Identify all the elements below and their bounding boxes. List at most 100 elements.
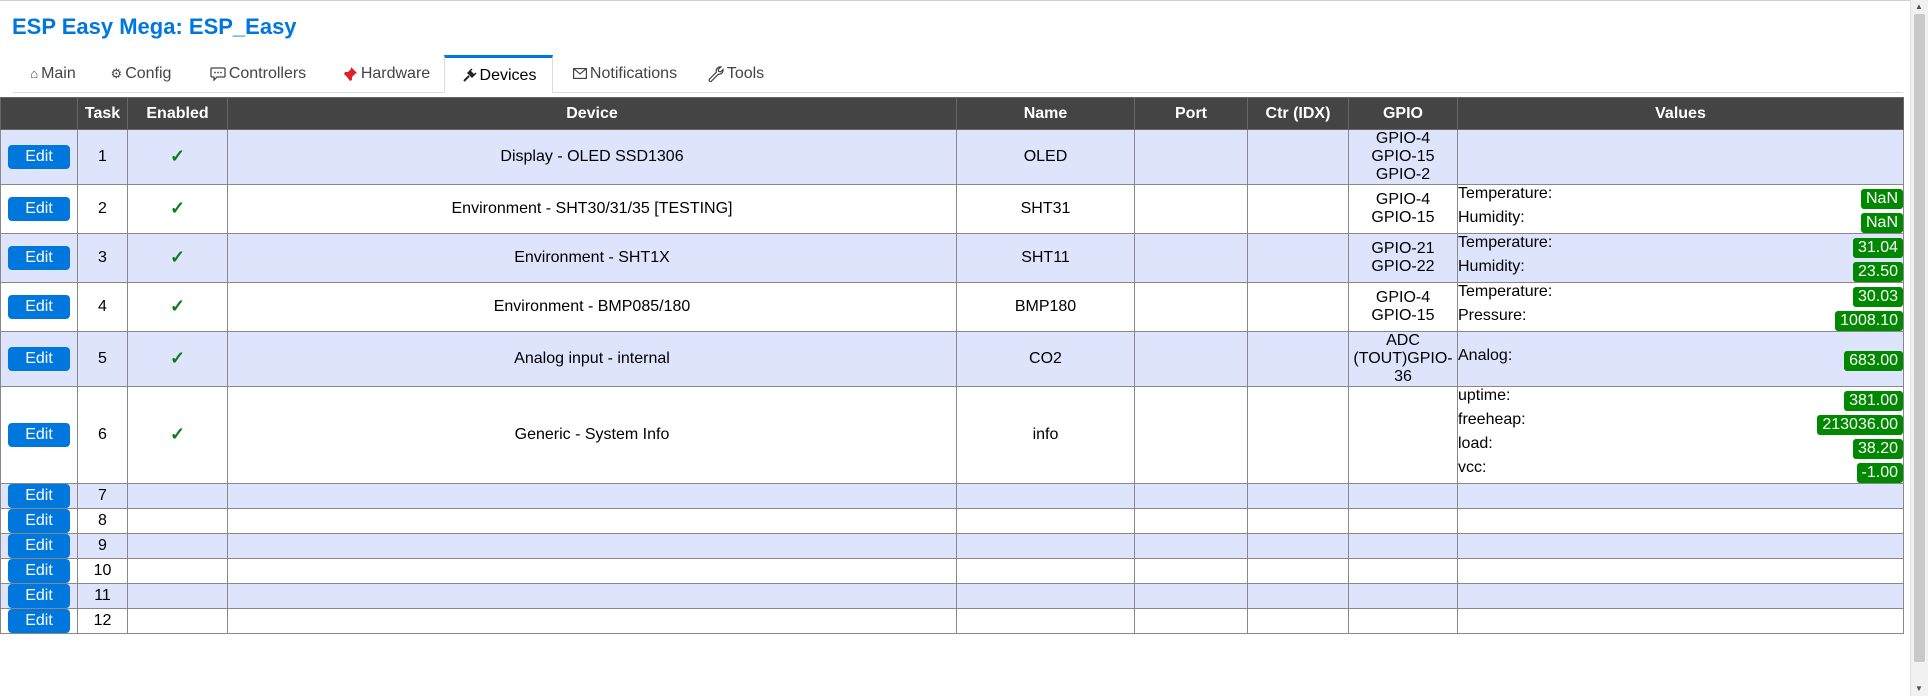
cell-ctr-idx [1247, 129, 1349, 185]
cell-device: Environment - SHT30/31/35 [TESTING] [227, 184, 957, 234]
tab-notifications[interactable]: Notifications [569, 55, 681, 92]
cell-gpio: GPIO-4 GPIO-15 [1348, 282, 1458, 332]
cell-name [956, 533, 1135, 559]
cell-name [956, 608, 1135, 634]
value-row: Humidity: 23.50 [1458, 258, 1903, 282]
cell-enabled: ✓ [127, 184, 228, 234]
gpio-pin: (TOUT)GPIO- [1353, 350, 1453, 367]
tab-tools[interactable]: Tools [705, 55, 767, 92]
value-label: vcc: [1458, 459, 1487, 476]
checkmark-icon: ✓ [169, 348, 186, 368]
value-label: Humidity: [1458, 258, 1525, 275]
checkmark-icon: ✓ [169, 247, 186, 267]
cell-name [956, 583, 1135, 609]
value-badge: 23.50 [1852, 262, 1903, 282]
cell-values [1457, 583, 1904, 609]
edit-button[interactable]: Edit [8, 534, 70, 558]
cell-values: Analog: 683.00 [1457, 331, 1904, 387]
edit-button[interactable]: Edit [8, 559, 70, 583]
table-row: Edit 1 ✓ Display - OLED SSD1306 OLED GPIO-4 GP… [0, 129, 1904, 185]
cell-gpio [1348, 533, 1458, 559]
cell-port [1134, 129, 1248, 185]
cell-device: Analog input - internal [227, 331, 957, 387]
vertical-scrollbar[interactable]: ▲ ▼ [1910, 0, 1928, 696]
value-badge: 1008.10 [1835, 311, 1903, 331]
value-label: uptime: [1458, 387, 1511, 404]
tab-devices[interactable]: Devices [444, 55, 553, 93]
value-label: Temperature: [1458, 185, 1553, 202]
tab-controllers[interactable]: Controllers [200, 55, 316, 92]
cell-name [956, 558, 1135, 584]
cell-ctr-idx [1247, 184, 1349, 234]
gpio-pin: GPIO-4 [1375, 289, 1431, 306]
edit-button[interactable]: Edit [8, 484, 70, 508]
cell-edit: Edit [0, 129, 78, 185]
page-title: ESP Easy Mega: ESP_Easy [12, 14, 297, 39]
cell-values [1457, 129, 1904, 185]
cell-ctr-idx [1247, 608, 1349, 634]
cell-edit: Edit [0, 508, 78, 534]
tab-main[interactable]: ⌂ Main [25, 55, 81, 92]
value-badge: -1.00 [1856, 463, 1903, 483]
value-label: freeheap: [1458, 411, 1526, 428]
scroll-down-arrow-icon[interactable]: ▼ [1915, 685, 1923, 693]
table-row: Edit 8 [0, 508, 1904, 534]
cell-enabled: ✓ [127, 129, 228, 185]
edit-button[interactable]: Edit [8, 347, 70, 371]
edit-button[interactable]: Edit [8, 609, 70, 633]
edit-button[interactable]: Edit [8, 145, 70, 169]
cell-ctr-idx [1247, 533, 1349, 559]
cell-edit: Edit [0, 533, 78, 559]
cell-task: 9 [77, 533, 128, 559]
cell-name: info [956, 386, 1135, 484]
value-row: uptime: 381.00 [1458, 387, 1903, 411]
scrollbar-thumb[interactable] [1914, 14, 1925, 662]
cell-gpio [1348, 608, 1458, 634]
edit-button[interactable]: Edit [8, 509, 70, 533]
edit-button[interactable]: Edit [8, 423, 70, 447]
edit-button[interactable]: Edit [8, 246, 70, 270]
cell-enabled [127, 483, 228, 509]
cell-gpio [1348, 583, 1458, 609]
cell-task: 7 [77, 483, 128, 509]
cell-port [1134, 533, 1248, 559]
value-badge: 30.03 [1852, 287, 1903, 307]
header-enabled: Enabled [127, 97, 228, 130]
cell-enabled: ✓ [127, 233, 228, 283]
cell-edit: Edit [0, 233, 78, 283]
value-row: Humidity: NaN [1458, 209, 1903, 233]
tab-config[interactable]: ⚙ Config [107, 55, 175, 92]
header-task: Task [77, 97, 128, 130]
edit-button[interactable]: Edit [8, 295, 70, 319]
wrench-icon [708, 65, 724, 82]
cell-gpio [1348, 386, 1458, 484]
tab-hardware-label: Hardware [360, 64, 431, 82]
cell-edit: Edit [0, 184, 78, 234]
cell-gpio: GPIO-4 GPIO-15 [1348, 184, 1458, 234]
cell-name: SHT31 [956, 184, 1135, 234]
cell-device: Display - OLED SSD1306 [227, 129, 957, 185]
header-gpio: GPIO [1348, 97, 1458, 130]
tab-hardware[interactable]: Hardware [332, 55, 440, 92]
value-row: vcc: -1.00 [1458, 459, 1903, 483]
table-row: Edit 11 [0, 583, 1904, 609]
edit-button[interactable]: Edit [8, 584, 70, 608]
cell-port [1134, 386, 1248, 484]
header-port: Port [1134, 97, 1248, 130]
table-row: Edit 6 ✓ Generic - System Info info uptime: 38… [0, 386, 1904, 484]
cell-enabled: ✓ [127, 386, 228, 484]
edit-button[interactable]: Edit [8, 197, 70, 221]
value-row: Analog: 683.00 [1458, 347, 1903, 371]
pushpin-icon [342, 66, 358, 82]
scroll-up-arrow-icon[interactable]: ▲ [1915, 3, 1923, 11]
cell-ctr-idx [1247, 508, 1349, 534]
gear-icon: ⚙ [110, 65, 123, 81]
cell-device [227, 483, 957, 509]
value-label: load: [1458, 435, 1493, 452]
gpio-pin: GPIO-22 [1371, 258, 1435, 275]
gpio-pin: GPIO-21 [1371, 240, 1435, 257]
cell-edit: Edit [0, 483, 78, 509]
cell-task: 10 [77, 558, 128, 584]
value-label: Analog: [1458, 347, 1513, 364]
table-row: Edit 9 [0, 533, 1904, 559]
